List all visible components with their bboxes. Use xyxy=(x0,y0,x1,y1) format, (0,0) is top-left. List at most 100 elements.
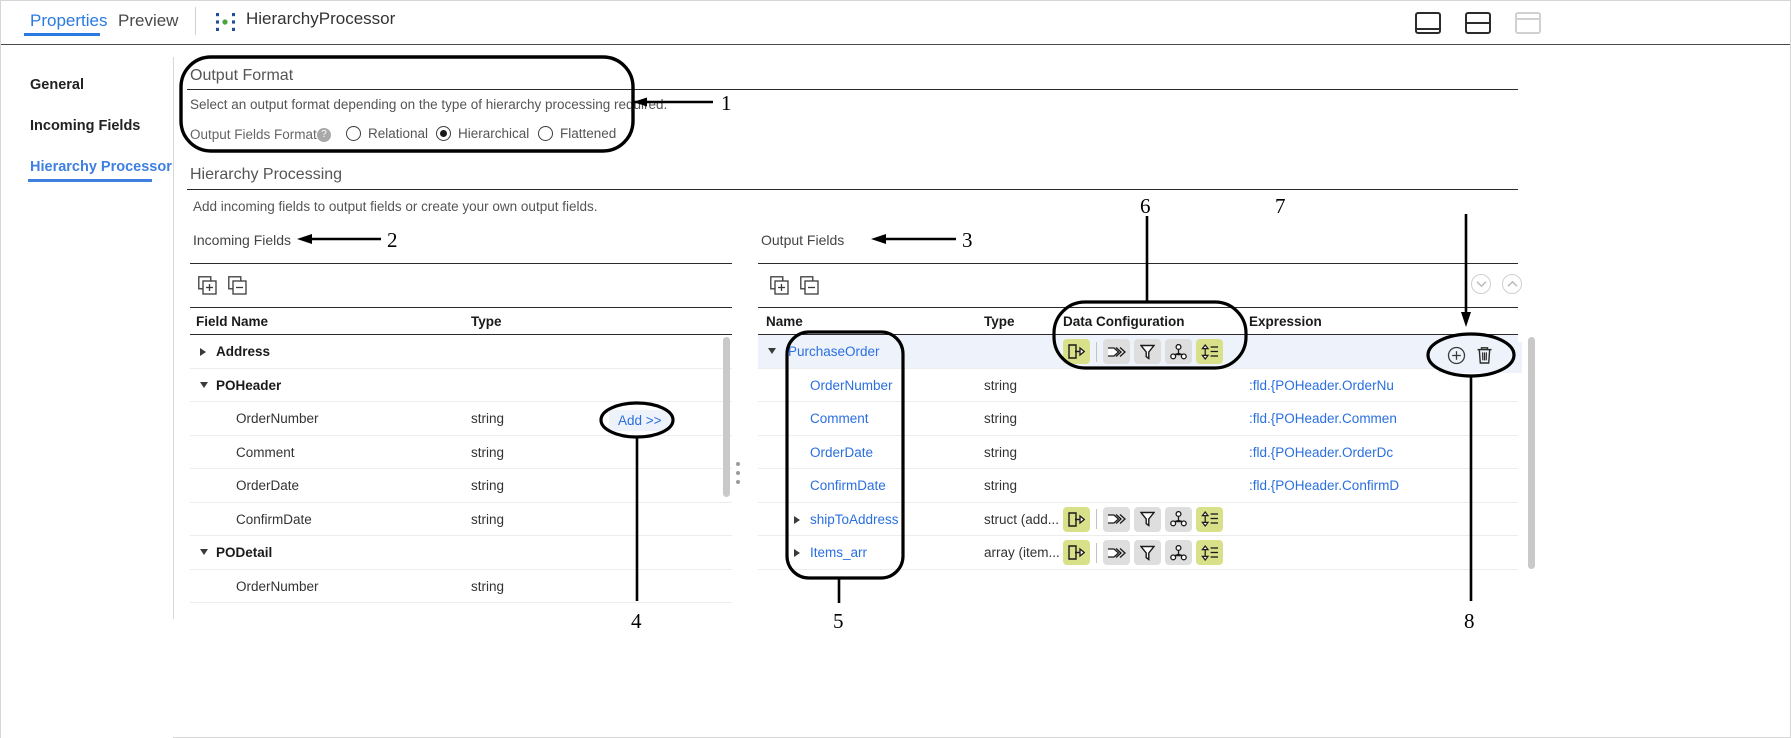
layout-single-panel-icon[interactable] xyxy=(1515,12,1541,34)
radio-hierarchical-control[interactable] xyxy=(436,126,451,141)
chevron-up-circle-icon[interactable] xyxy=(1502,274,1522,294)
tab-properties[interactable]: Properties xyxy=(26,9,111,33)
sidebar-item-incoming-fields[interactable]: Incoming Fields xyxy=(30,118,140,134)
group-by-icon[interactable] xyxy=(1165,339,1192,364)
field-name-cell[interactable]: Comment xyxy=(236,445,295,460)
chevron-down-icon[interactable] xyxy=(200,381,208,388)
data-configuration-separator xyxy=(1096,542,1097,563)
output-fields-format-text: Output Fields Format: xyxy=(190,127,321,142)
field-name-cell[interactable]: PODetail xyxy=(216,545,272,560)
field-name-cell[interactable]: OrderNumber xyxy=(236,579,319,594)
panel-splitter[interactable] xyxy=(734,451,742,495)
radio-hierarchical-label: Hierarchical xyxy=(458,126,530,141)
output-field-icon[interactable] xyxy=(1063,540,1090,565)
incoming-fields-scrollbar[interactable] xyxy=(723,337,730,497)
output-fields-label: Output Fields xyxy=(761,232,845,248)
field-type-cell: string xyxy=(471,511,505,527)
field-name-cell[interactable]: OrderNumber xyxy=(236,411,319,426)
chevron-right-icon[interactable] xyxy=(794,515,800,524)
table-row[interactable]: POHeader xyxy=(190,369,732,402)
output-field-name-cell[interactable]: shipToAddress xyxy=(810,512,899,527)
table-row[interactable]: Comment string xyxy=(190,436,732,469)
output-col-data-configuration: Data Configuration xyxy=(1063,314,1185,329)
table-row[interactable]: ConfirmDate string xyxy=(190,503,732,536)
field-type-cell: string xyxy=(471,478,505,493)
incoming-fields-label: Incoming Fields xyxy=(193,232,292,248)
join-icon[interactable] xyxy=(1103,339,1130,364)
layout-bottom-panel-icon[interactable] xyxy=(1415,12,1441,34)
table-row[interactable]: ConfirmDate string:fld.{POHeader.ConfirmD xyxy=(758,469,1518,503)
sidebar-divider xyxy=(173,57,174,619)
collapse-all-icon[interactable] xyxy=(800,276,819,295)
radio-flattened-control[interactable] xyxy=(538,126,553,141)
annotation-3: 3 xyxy=(962,228,973,252)
hierarchy-processing-title: Hierarchy Processing xyxy=(190,166,343,183)
filter-icon[interactable] xyxy=(1134,540,1161,565)
chevron-down-circle-icon[interactable] xyxy=(1471,274,1491,294)
sort-icon[interactable] xyxy=(1196,506,1223,532)
table-row[interactable]: Address xyxy=(190,335,732,369)
radio-flattened[interactable]: Flattened xyxy=(538,126,616,141)
radio-hierarchical[interactable]: Hierarchical xyxy=(436,126,529,141)
expand-all-icon[interactable] xyxy=(770,276,789,295)
table-row[interactable]: OrderDate string xyxy=(190,469,732,503)
annotation-5: 5 xyxy=(833,609,844,633)
filter-icon[interactable] xyxy=(1134,506,1161,532)
filter-icon[interactable] xyxy=(1134,339,1161,364)
annotation-7: 7 xyxy=(1275,194,1286,218)
chevron-right-icon[interactable] xyxy=(794,549,800,557)
output-col-expression: Expression xyxy=(1249,314,1322,329)
add-field-icon[interactable] xyxy=(1447,346,1466,370)
radio-relational-control[interactable] xyxy=(346,126,361,141)
table-row[interactable]: Comment string:fld.{POHeader.Commen xyxy=(758,402,1518,436)
output-field-name-cell[interactable]: OrderDate xyxy=(810,445,873,460)
output-field-icon[interactable] xyxy=(1063,339,1090,364)
join-icon[interactable] xyxy=(1103,506,1130,532)
table-row[interactable]: OrderNumber string xyxy=(190,570,732,603)
output-format-rule xyxy=(187,89,1518,90)
field-name-cell[interactable]: ConfirmDate xyxy=(236,512,312,527)
expand-all-icon[interactable] xyxy=(198,276,217,295)
trash-icon[interactable] xyxy=(1476,346,1493,370)
output-field-name-cell[interactable]: ConfirmDate xyxy=(810,478,886,493)
chevron-down-icon[interactable] xyxy=(768,348,776,354)
output-col-type: Type xyxy=(984,314,1015,329)
collapse-all-icon[interactable] xyxy=(228,276,247,295)
expression-cell[interactable]: :fld.{POHeader.OrderNu xyxy=(1249,378,1411,393)
output-format-title: Output Format xyxy=(190,67,294,84)
field-name-cell[interactable]: Address xyxy=(216,344,270,359)
incoming-fields-rule xyxy=(190,263,732,264)
tab-preview[interactable]: Preview xyxy=(114,9,182,33)
expression-cell[interactable]: :fld.{POHeader.ConfirmD xyxy=(1249,478,1411,493)
output-field-name-cell[interactable]: Comment xyxy=(810,411,869,426)
group-by-icon[interactable] xyxy=(1165,506,1192,532)
sidebar-item-hierarchy-processor[interactable]: Hierarchy Processor xyxy=(30,159,172,175)
join-icon[interactable] xyxy=(1103,540,1130,565)
annotation-8: 8 xyxy=(1464,609,1475,633)
output-fields-scrollbar[interactable] xyxy=(1528,337,1535,569)
output-field-name-cell[interactable]: OrderNumber xyxy=(810,378,893,393)
table-row[interactable]: OrderNumber string:fld.{POHeader.OrderNu xyxy=(758,369,1518,402)
chevron-down-icon[interactable] xyxy=(200,549,208,555)
sort-icon[interactable] xyxy=(1196,540,1223,565)
help-icon[interactable]: ? xyxy=(317,128,331,142)
field-name-cell[interactable]: POHeader xyxy=(216,378,281,393)
field-name-cell[interactable]: OrderDate xyxy=(236,478,299,493)
group-by-icon[interactable] xyxy=(1165,540,1192,565)
layout-split-horizontal-icon[interactable] xyxy=(1465,12,1491,34)
table-row[interactable]: OrderDate string:fld.{POHeader.OrderDc xyxy=(758,436,1518,469)
expression-cell[interactable]: :fld.{POHeader.Commen xyxy=(1249,411,1411,426)
output-field-name-cell[interactable]: PurchaseOrder xyxy=(788,344,880,359)
add-field-button[interactable]: Add >> xyxy=(609,410,671,431)
table-row[interactable]: PODetail xyxy=(190,536,732,570)
output-field-name-cell[interactable]: Items_arr xyxy=(810,545,867,560)
sort-icon[interactable] xyxy=(1196,339,1223,364)
radio-relational[interactable]: Relational xyxy=(346,126,428,141)
sidebar-item-general[interactable]: General xyxy=(30,77,84,93)
output-field-icon[interactable] xyxy=(1063,506,1090,532)
chevron-right-icon[interactable] xyxy=(200,348,206,356)
data-configuration-group xyxy=(1063,506,1223,532)
data-configuration-group xyxy=(1063,339,1223,364)
expression-cell[interactable]: :fld.{POHeader.OrderDc xyxy=(1249,445,1411,460)
sidebar-active-underline xyxy=(28,179,152,182)
